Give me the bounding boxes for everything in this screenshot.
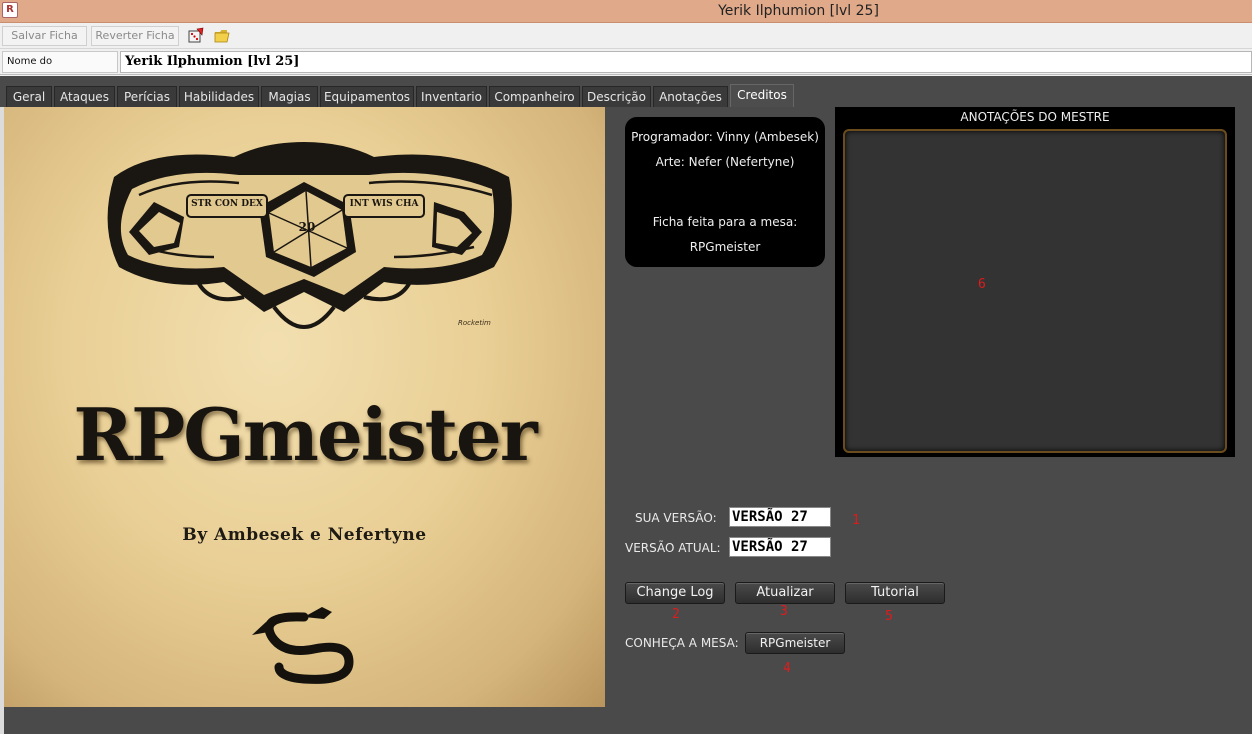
title-bar: R Yerik Ilphumion [lvl 25] [0,0,1252,23]
tab-descricao[interactable]: Descrição [582,86,651,108]
credits-programmer: Programador: Vinny (Ambesek) [631,130,819,144]
credits-table-name: RPGmeister [689,240,761,254]
save-sheet-button[interactable]: Salvar Ficha [2,26,87,46]
dice-emblem-icon [107,142,512,329]
marker-3: 3 [780,604,788,619]
toolbar: Salvar Ficha Reverter Ficha [0,23,1252,49]
credits-art: Arte: Nefer (Nefertyne) [655,155,795,169]
tab-magias[interactable]: Magias [261,86,318,108]
credits-made-for: Ficha feita para a mesa: [652,215,798,229]
tab-anotacoes[interactable]: Anotações [653,86,728,108]
current-version-label: VERSÃO ATUAL: [625,541,721,555]
tab-geral[interactable]: Geral [6,86,52,108]
tab-inventario[interactable]: Inventario [416,86,487,108]
credits-box: Programador: Vinny (Ambesek) Arte: Nefer… [625,117,825,267]
revert-sheet-button[interactable]: Reverter Ficha [91,26,179,46]
character-name-label: Nome do Personagem: [2,51,118,87]
marker-2: 2 [672,607,680,622]
change-log-button[interactable]: Change Log [625,582,725,604]
your-version-label: SUA VERSÃO: [635,511,717,525]
tab-pericias[interactable]: Perícias [117,86,177,108]
tab-equipamentos[interactable]: Equipamentos [320,86,414,108]
tab-companheiro[interactable]: Companheiro [489,86,580,108]
character-name-bar: Nome do Personagem: Yerik Ilphumion [lvl… [0,50,1252,87]
tab-creditos[interactable]: Creditos [730,84,794,108]
marker-5: 5 [885,609,893,624]
marker-4: 4 [783,661,791,676]
folder-open-icon[interactable] [214,27,232,45]
marker-1: 1 [852,513,860,528]
dice-icon[interactable] [187,27,205,45]
gm-notes-panel: ANOTAÇÕES DO MESTRE [835,107,1235,457]
dice-stats-right: INT WIS CHA [349,199,419,209]
your-version-field: VERSÃO 27 [729,507,831,527]
character-name-field[interactable]: Yerik Ilphumion [lvl 25] [120,51,1252,73]
d20-number: 20 [298,220,316,234]
rpgmeister-logo-text: RPGmeister [73,392,537,477]
window-title: Yerik Ilphumion [lvl 25] [718,3,879,19]
poster-tagline: By Ambesek e Nefertyne [182,525,427,545]
artist-signature: Rocketim [458,319,491,327]
tutorial-button[interactable]: Tutorial [845,582,945,604]
gm-notes-title: ANOTAÇÕES DO MESTRE [960,110,1110,124]
rpgmeister-button[interactable]: RPGmeister [745,632,845,654]
tab-strip: Geral Ataques Perícias Habilidades Magia… [0,76,1252,108]
tab-ataques[interactable]: Ataques [54,86,115,108]
dragon-logo-icon [252,607,354,684]
meet-table-label: CONHEÇA A MESA: [625,636,739,650]
gm-notes-textarea[interactable] [843,129,1227,453]
update-button[interactable]: Atualizar [735,582,835,604]
marker-6: 6 [978,277,986,292]
rpgmeister-poster: STR CON DEX INT WIS CHA 20 Rocketim RPGm… [4,107,605,707]
credits-panel: STR CON DEX INT WIS CHA 20 Rocketim RPGm… [0,107,1252,734]
tab-habilidades[interactable]: Habilidades [179,86,259,108]
dice-stats-left: STR CON DEX [191,199,263,209]
current-version-field: VERSÃO 27 [729,537,831,557]
